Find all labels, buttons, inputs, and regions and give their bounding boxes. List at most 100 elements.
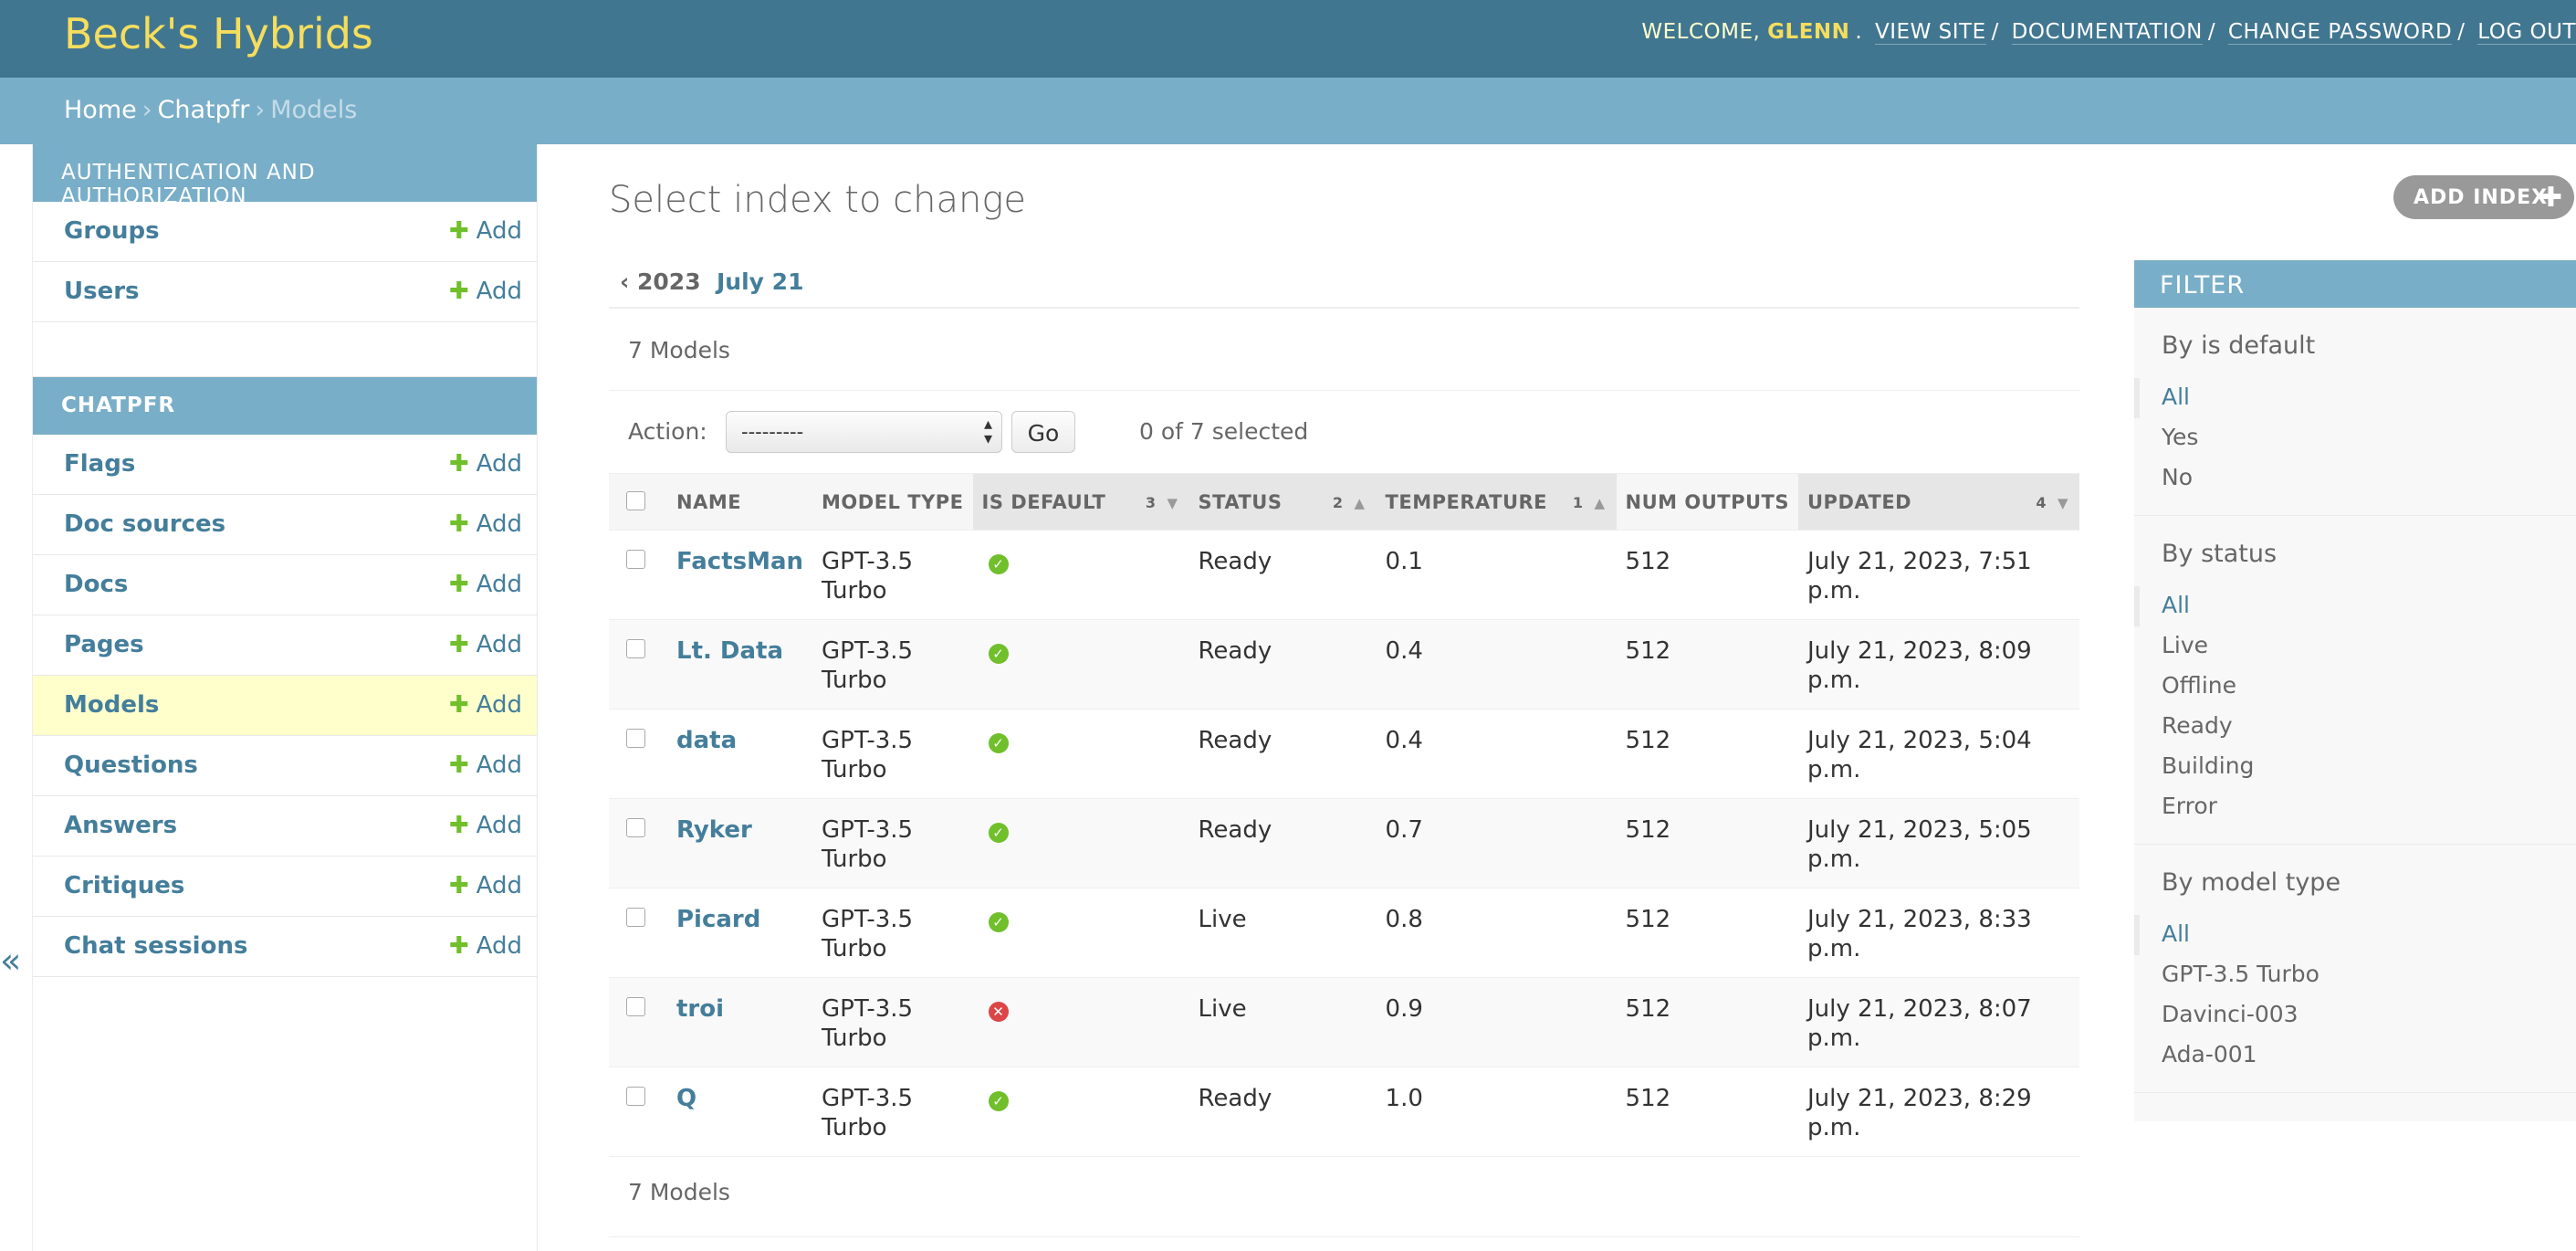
sidebar-item-label[interactable]: Docs bbox=[64, 571, 128, 598]
filter-option[interactable]: Offline bbox=[2134, 667, 2576, 707]
sidebar-item-label[interactable]: Models bbox=[64, 691, 159, 719]
sidebar-item-label[interactable]: Pages bbox=[64, 631, 144, 658]
num-outputs-cell: 512 bbox=[1616, 619, 1798, 710]
add-doc-sources-link[interactable]: ✚ Add bbox=[449, 510, 522, 538]
temperature-cell: 0.7 bbox=[1376, 798, 1617, 888]
temperature-cell: 1.0 bbox=[1376, 1067, 1617, 1157]
filter-group-title: By is default bbox=[2162, 331, 2316, 360]
column-header-status[interactable]: STATUS 2 ▲ bbox=[1189, 473, 1377, 531]
filter-option[interactable]: Ada-001 bbox=[2134, 1035, 2576, 1076]
add-groups-link[interactable]: ✚ Add bbox=[449, 217, 522, 245]
sidebar-item-label[interactable]: Flags bbox=[64, 450, 135, 478]
row-checkbox[interactable] bbox=[626, 639, 645, 658]
column-header-temperature[interactable]: TEMPERATURE 1 ▲ bbox=[1376, 473, 1617, 531]
change-password-link[interactable]: CHANGE PASSWORD bbox=[2227, 20, 2453, 45]
column-header-model-type[interactable]: MODEL TYPE bbox=[812, 473, 973, 531]
add-flags-link[interactable]: ✚ Add bbox=[449, 450, 522, 478]
add-pages-link[interactable]: ✚ Add bbox=[449, 631, 522, 658]
table-row: Q GPT-3.5 Turbo ✓ Ready 1.0 512 July 21, 2023, … bbox=[609, 1067, 2079, 1157]
sidebar-item-label[interactable]: Doc sources bbox=[64, 510, 225, 538]
plus-icon: ✚ bbox=[2539, 182, 2563, 214]
add-critiques-link[interactable]: ✚ Add bbox=[449, 872, 522, 899]
add-models-link[interactable]: ✚ Add bbox=[449, 691, 522, 719]
add-users-link[interactable]: ✚ Add bbox=[449, 278, 522, 305]
num-outputs-cell: 512 bbox=[1616, 888, 1798, 978]
log-out-link[interactable]: LOG OUT bbox=[2477, 20, 2576, 45]
row-checkbox[interactable] bbox=[626, 1087, 645, 1106]
model-name-link[interactable]: Lt. Data bbox=[676, 637, 783, 665]
filter-option[interactable]: Yes bbox=[2134, 418, 2576, 458]
filter-option[interactable]: All bbox=[2134, 586, 2576, 626]
status-cell: Ready bbox=[1189, 709, 1377, 799]
add-answers-link[interactable]: ✚ Add bbox=[449, 812, 522, 839]
sidebar-item-label[interactable]: Questions bbox=[64, 752, 198, 779]
row-checkbox[interactable] bbox=[626, 550, 645, 569]
row-checkbox[interactable] bbox=[626, 997, 645, 1016]
sidebar-item-label[interactable]: Critiques bbox=[64, 872, 184, 899]
add-chat-sessions-link[interactable]: ✚ Add bbox=[449, 932, 522, 960]
sidebar-item-docs: Docs ✚ Add bbox=[33, 555, 537, 615]
filter-option[interactable]: All bbox=[2134, 915, 2576, 955]
select-all-checkbox[interactable] bbox=[626, 490, 645, 510]
check-icon: ✓ bbox=[988, 823, 1009, 843]
model-name-link[interactable]: Q bbox=[676, 1085, 696, 1112]
plus-icon: ✚ bbox=[448, 812, 469, 839]
column-header-num-outputs[interactable]: NUM OUTPUTS bbox=[1616, 473, 1798, 531]
sort-priority[interactable]: 2 ▲ bbox=[1333, 494, 1366, 511]
add-index-button[interactable]: ADD INDEX ✚ bbox=[2393, 175, 2574, 219]
model-name-link[interactable]: FactsMan bbox=[676, 548, 803, 575]
updated-cell: July 21, 2023, 8:09 p.m. bbox=[1798, 619, 2079, 710]
sort-priority[interactable]: 4 ▼ bbox=[2036, 494, 2068, 511]
sidebar-item-label[interactable]: Chat sessions bbox=[64, 932, 247, 960]
sidebar-item-label[interactable]: Answers bbox=[64, 812, 177, 839]
module-caption-auth[interactable]: AUTHENTICATION AND AUTHORIZATION bbox=[33, 144, 537, 208]
sidebar-item-label[interactable]: Groups bbox=[64, 217, 160, 245]
sort-priority[interactable]: 1 ▲ bbox=[1573, 494, 1606, 511]
sidebar-item-chat-sessions: Chat sessions ✚ Add bbox=[33, 917, 537, 977]
documentation-link[interactable]: DOCUMENTATION bbox=[2011, 20, 2203, 45]
filter-option[interactable]: Ready bbox=[2134, 707, 2576, 747]
column-header-updated[interactable]: UPDATED 4 ▼ bbox=[1798, 473, 2079, 531]
column-header-name[interactable]: NAME bbox=[667, 473, 813, 531]
sidebar-item-label[interactable]: Users bbox=[64, 278, 140, 305]
model-name-link[interactable]: Ryker bbox=[676, 816, 752, 844]
plus-icon: ✚ bbox=[448, 752, 469, 779]
model-name-link[interactable]: Picard bbox=[676, 906, 760, 933]
table-row: Ryker GPT-3.5 Turbo ✓ Ready 0.7 512 July 21, 20… bbox=[609, 798, 2079, 888]
filter-option[interactable]: Live bbox=[2134, 626, 2576, 667]
view-site-link[interactable]: VIEW SITE bbox=[1875, 20, 1986, 45]
temperature-cell: 0.1 bbox=[1376, 530, 1617, 620]
sort-ascending-icon: ▲ bbox=[1594, 495, 1606, 511]
name-cell: Lt. Data bbox=[667, 619, 813, 710]
column-header-is-default[interactable]: IS DEFAULT 3 ▼ bbox=[972, 473, 1189, 531]
row-checkbox[interactable] bbox=[626, 729, 645, 748]
filter-option[interactable]: Error bbox=[2134, 787, 2576, 827]
go-button[interactable]: Go bbox=[1011, 411, 1075, 453]
breadcrumb-chatpfr[interactable]: Chatpfr bbox=[158, 96, 250, 124]
sort-priority[interactable]: 3 ▼ bbox=[1146, 494, 1178, 511]
add-docs-link[interactable]: ✚ Add bbox=[449, 571, 522, 598]
is-default-cell: ✕ bbox=[972, 977, 1189, 1067]
table-row: data GPT-3.5 Turbo ✓ Ready 0.4 512 July 21, 202… bbox=[609, 709, 2079, 799]
row-checkbox[interactable] bbox=[626, 908, 645, 927]
x-icon: ✕ bbox=[988, 1002, 1009, 1022]
action-select[interactable]: --------- ▴ ▾ bbox=[726, 411, 1002, 453]
filter-option[interactable]: GPT-3.5 Turbo bbox=[2134, 955, 2576, 995]
row-checkbox[interactable] bbox=[626, 818, 645, 837]
module-caption-chatpfr[interactable]: CHATPFR bbox=[33, 377, 537, 435]
filter-option[interactable]: No bbox=[2134, 458, 2576, 499]
filter-option[interactable]: Building bbox=[2134, 747, 2576, 787]
plus-icon: ✚ bbox=[448, 571, 469, 598]
page-title: Select index to change bbox=[609, 179, 1026, 221]
add-questions-link[interactable]: ✚ Add bbox=[449, 752, 522, 779]
model-name-link[interactable]: troi bbox=[676, 995, 724, 1023]
collapse-sidebar-button[interactable]: « bbox=[0, 941, 21, 981]
model-name-link[interactable]: data bbox=[676, 727, 737, 754]
breadcrumb-home[interactable]: Home bbox=[64, 96, 137, 124]
is-default-cell: ✓ bbox=[972, 798, 1189, 888]
filter-option[interactable]: Davinci-003 bbox=[2134, 995, 2576, 1035]
filter-option[interactable]: All bbox=[2134, 378, 2576, 418]
plus-icon: ✚ bbox=[448, 278, 469, 305]
date-back-link[interactable]: ‹ 2023 bbox=[620, 268, 701, 295]
site-brand[interactable]: Beck's Hybrids bbox=[64, 9, 373, 58]
